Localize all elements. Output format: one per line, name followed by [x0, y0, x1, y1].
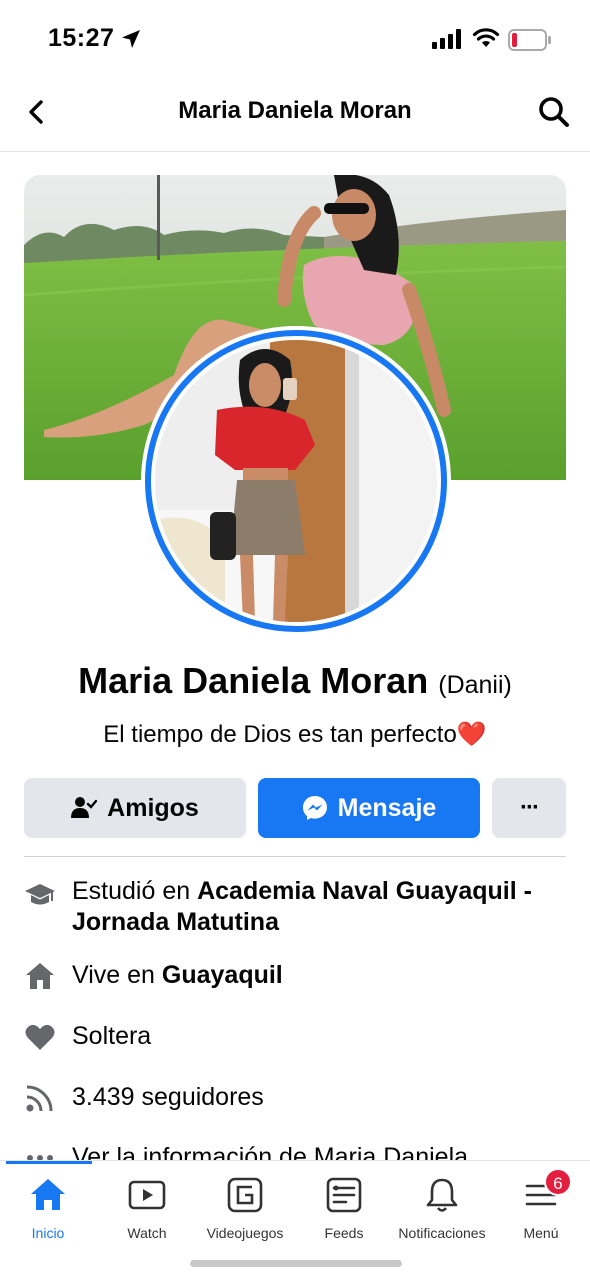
- home-icon: [26, 963, 54, 989]
- nickname: (Danii): [438, 671, 512, 699]
- watch-icon: [128, 1180, 166, 1210]
- intro-see-info[interactable]: Ver la información de Maria Daniela: [0, 1140, 590, 1160]
- lives-city[interactable]: Guayaquil: [162, 961, 283, 989]
- full-name: Maria Daniela Moran: [78, 660, 429, 701]
- graduation-cap-icon: [25, 884, 55, 905]
- home-tab-icon: [31, 1179, 65, 1210]
- tab-menu[interactable]: Menú: [491, 1175, 590, 1245]
- heart-icon: [25, 1024, 55, 1050]
- home-indicator: [190, 1260, 402, 1267]
- friends-label: Amigos: [107, 793, 199, 822]
- message-label: Mensaje: [337, 793, 437, 822]
- bell-icon: [426, 1178, 458, 1212]
- friends-check-icon: [71, 796, 98, 820]
- battery-icon: [508, 29, 551, 51]
- profile-photo[interactable]: [155, 340, 437, 622]
- status-bar: 15:27: [0, 0, 590, 80]
- feeds-icon: [326, 1177, 362, 1213]
- profile-header: Maria Daniela Moran: [0, 80, 590, 152]
- tab-gaming[interactable]: Videojuegos: [195, 1175, 295, 1245]
- gaming-icon: [227, 1177, 263, 1213]
- more-dots-icon: ···: [520, 794, 540, 821]
- active-tab-indicator: [6, 1161, 92, 1164]
- education-prefix: Estudió en: [72, 877, 198, 905]
- messenger-icon: [302, 795, 328, 821]
- status-time: 15:27: [48, 24, 115, 52]
- menu-notification-badge: 6: [544, 1168, 572, 1196]
- more-options-button[interactable]: ···: [492, 778, 566, 838]
- profile-name: Maria Daniela Moran (Danii): [0, 660, 590, 702]
- more-dots-small-icon: [27, 1155, 53, 1160]
- divider: [24, 856, 566, 857]
- tab-watch[interactable]: Watch: [97, 1175, 197, 1245]
- education-school-line2[interactable]: Jornada Matutina: [72, 908, 279, 936]
- wifi-icon: [472, 28, 500, 47]
- followers-count: 3.439 seguidores: [72, 1083, 264, 1111]
- tab-notifications[interactable]: Notificaciones: [392, 1175, 492, 1245]
- location-arrow-icon: [122, 30, 140, 48]
- message-button[interactable]: Mensaje: [258, 778, 480, 838]
- profile-photo-image: [155, 340, 437, 622]
- cellular-signal-icon: [432, 29, 461, 49]
- header-title: Maria Daniela Moran: [178, 97, 412, 124]
- lives-prefix: Vive en: [72, 961, 162, 989]
- see-info-link: Ver la información de Maria Daniela: [72, 1143, 469, 1160]
- rss-followers-icon: [26, 1085, 53, 1112]
- relationship-status: Soltera: [72, 1022, 152, 1050]
- profile-bio: El tiempo de Dios es tan perfecto❤️: [103, 721, 487, 748]
- tab-feeds[interactable]: Feeds: [294, 1175, 394, 1245]
- education-school[interactable]: Academia Naval Guayaquil -: [197, 877, 532, 905]
- search-icon[interactable]: [536, 94, 572, 130]
- tab-menu-label: Menú: [523, 1225, 559, 1241]
- tab-home[interactable]: Inicio: [0, 1175, 98, 1245]
- friends-button[interactable]: Amigos: [24, 778, 246, 838]
